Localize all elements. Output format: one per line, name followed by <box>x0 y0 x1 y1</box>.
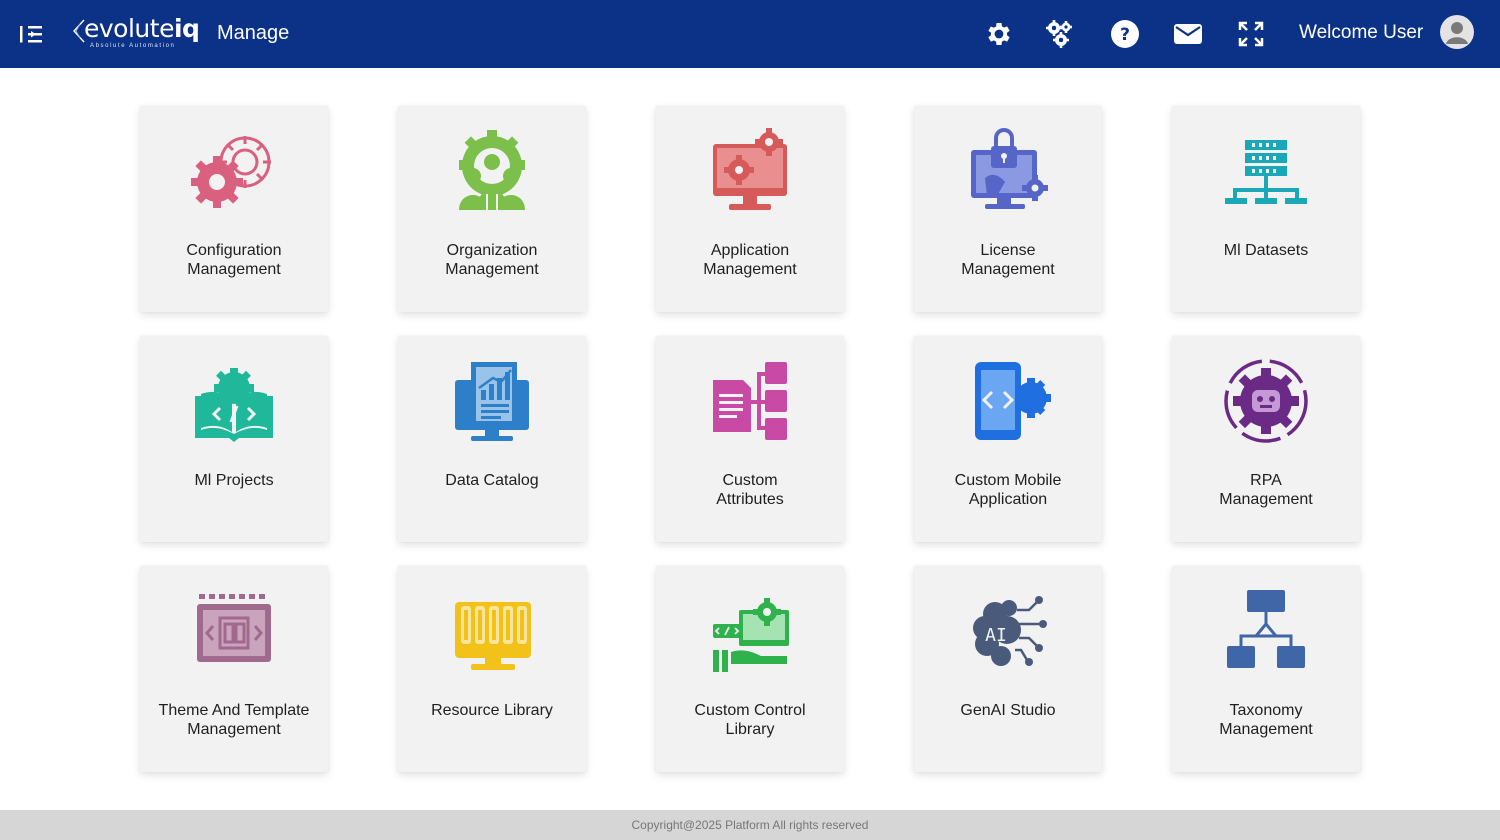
tile-custom-control-library[interactable]: Custom Control Library <box>656 566 844 772</box>
tile-custom-attributes[interactable]: Custom Attributes <box>656 336 844 542</box>
application-monitor-icon <box>713 128 787 210</box>
tile-label: Organization Management <box>445 242 539 278</box>
tile-theme-and-template-management[interactable]: Theme And Template Management <box>140 566 328 772</box>
tile-label: Resource Library <box>431 702 553 719</box>
custom-control-icon <box>713 598 789 672</box>
help-icon[interactable]: ? <box>1107 16 1143 52</box>
resource-library-icon <box>455 602 531 670</box>
welcome-user-text: Welcome User <box>1299 22 1424 43</box>
genai-brain-icon: AI <box>973 596 1047 666</box>
settings-gear-icon[interactable] <box>981 16 1017 52</box>
tile-ml-datasets[interactable]: Ml Datasets <box>1172 106 1360 312</box>
tile-label: Data Catalog <box>445 472 539 489</box>
dataset-icon <box>1225 140 1307 204</box>
brand-name: evolute <box>84 14 174 43</box>
manage-tiles-grid: Configuration Management Organization Ma… <box>140 106 1362 772</box>
menu-toggle-icon[interactable] <box>18 22 44 46</box>
config-gears-icon <box>191 136 271 208</box>
tile-application-management[interactable]: Application Management <box>656 106 844 312</box>
tile-label: Custom Control Library <box>694 702 806 738</box>
tile-custom-mobile-application[interactable]: Custom Mobile Application <box>914 336 1102 542</box>
svg-text:?: ? <box>1120 25 1130 45</box>
tile-label: Custom Attributes <box>716 472 784 508</box>
tile-genai-studio[interactable]: AI GenAI Studio <box>914 566 1102 772</box>
tile-taxonomy-management[interactable]: Taxonomy Management <box>1172 566 1360 772</box>
tile-label: License Management <box>961 242 1055 278</box>
user-avatar[interactable] <box>1440 15 1474 49</box>
tile-data-catalog[interactable]: Data Catalog <box>398 336 586 542</box>
tile-label: Ml Projects <box>194 472 274 489</box>
tile-rpa-management[interactable]: RPA Management <box>1172 336 1360 542</box>
tile-ml-projects[interactable]: Ml Projects <box>140 336 328 542</box>
page-title: Manage <box>217 22 290 44</box>
tile-label: GenAI Studio <box>960 702 1056 719</box>
svg-text:AI: AI <box>985 625 1007 646</box>
brand-logo[interactable]: evoluteiq Absolute Automation <box>70 14 200 54</box>
rpa-robot-icon <box>1224 359 1308 443</box>
license-lock-icon <box>971 128 1048 209</box>
mobile-app-icon <box>975 362 1051 440</box>
theme-template-icon <box>197 594 271 662</box>
data-catalog-icon <box>455 362 529 441</box>
footer-copyright: Copyright@2025 Platform All rights reser… <box>0 810 1500 840</box>
tile-resource-library[interactable]: Resource Library <box>398 566 586 772</box>
tile-organization-management[interactable]: Organization Management <box>398 106 586 312</box>
tile-label: Application Management <box>703 242 797 278</box>
tile-label: Ml Datasets <box>1223 242 1309 259</box>
mail-icon[interactable] <box>1170 16 1206 52</box>
organization-icon <box>459 130 525 210</box>
fullscreen-icon[interactable] <box>1233 16 1269 52</box>
tile-label: Configuration Management <box>186 242 282 278</box>
taxonomy-tree-icon <box>1227 590 1305 668</box>
tile-license-management[interactable]: License Management <box>914 106 1102 312</box>
brand-tagline: Absolute Automation <box>90 43 176 49</box>
top-header: evoluteiq Absolute Automation Manage ? W… <box>0 0 1500 68</box>
tile-label: RPA Management <box>1219 472 1313 508</box>
tile-label: Theme And Template Management <box>158 702 310 738</box>
tile-label: Taxonomy Management <box>1219 702 1313 738</box>
tile-label: Custom Mobile Application <box>954 472 1062 508</box>
tile-configuration-management[interactable]: Configuration Management <box>140 106 328 312</box>
brand-name-bold: iq <box>173 14 200 43</box>
ml-projects-book-icon <box>195 368 273 442</box>
custom-attributes-icon <box>713 362 787 440</box>
multi-gear-icon[interactable] <box>1042 16 1078 52</box>
